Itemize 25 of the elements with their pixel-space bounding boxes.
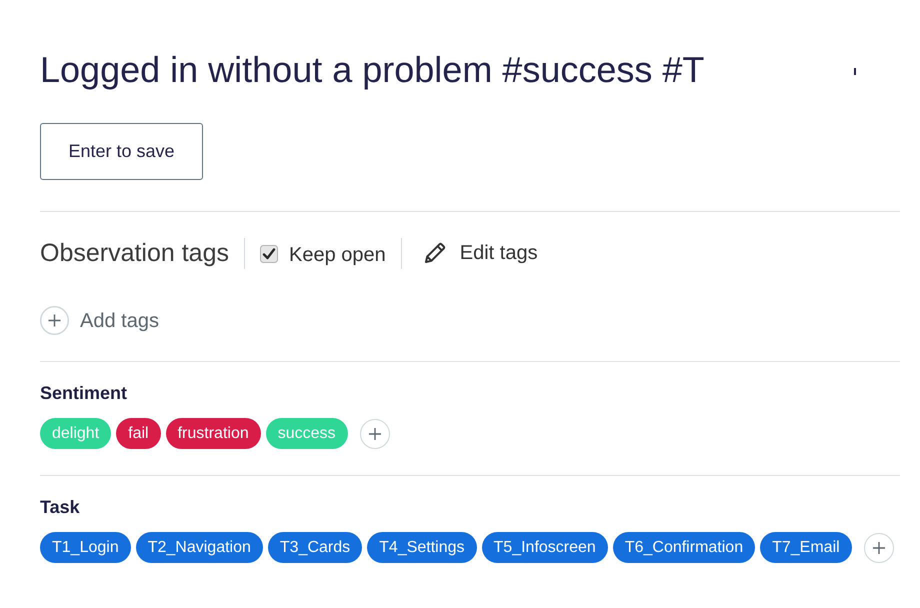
save-button[interactable]: Enter to save xyxy=(40,123,203,180)
edit-tags-button[interactable]: Edit tags xyxy=(422,241,538,265)
group-title: Task xyxy=(40,496,80,518)
note-input[interactable]: Logged in without a problem #success #T xyxy=(40,43,900,97)
tag-pill[interactable]: fail xyxy=(116,418,161,449)
keep-open-label[interactable]: Keep open xyxy=(289,245,386,265)
plus-circle-icon xyxy=(40,306,69,335)
keep-open-checkbox[interactable] xyxy=(260,244,278,262)
tag-pill[interactable]: frustration xyxy=(166,418,261,449)
tag-pill[interactable]: T1_Login xyxy=(40,532,131,563)
pencil-icon xyxy=(422,241,447,265)
add-tag-button[interactable] xyxy=(360,418,390,448)
group-title: Sentiment xyxy=(40,382,128,404)
add-tag-button[interactable] xyxy=(864,532,894,562)
plus-icon xyxy=(872,542,885,554)
tag-pill[interactable]: T3_Cards xyxy=(268,532,362,563)
tag-pill[interactable]: T5_Infoscreen xyxy=(482,532,608,563)
tag-pill[interactable]: T4_Settings xyxy=(367,532,477,563)
plus-icon xyxy=(368,428,381,440)
tag-pill[interactable]: T7_Email xyxy=(760,532,852,563)
add-tags-button[interactable]: Add tags xyxy=(40,306,159,335)
text-cursor-icon xyxy=(854,68,856,75)
tag-pill[interactable]: T2_Navigation xyxy=(136,532,263,563)
section-title: Observation tags xyxy=(40,240,229,266)
tag-pill[interactable]: T6_Confirmation xyxy=(612,532,756,563)
